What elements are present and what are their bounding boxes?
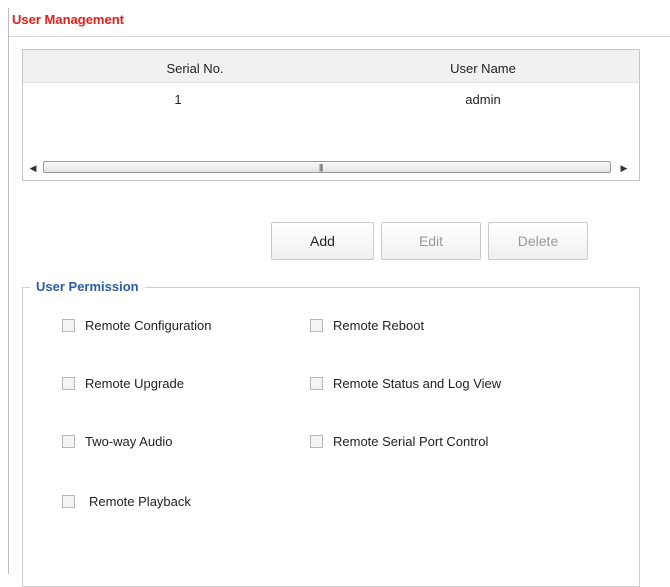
permission-checkbox[interactable] — [62, 495, 75, 508]
section-divider — [9, 36, 670, 37]
permission-checkbox[interactable] — [310, 319, 323, 332]
column-header-serial-no[interactable]: Serial No. — [95, 61, 295, 76]
permission-checkbox[interactable] — [62, 435, 75, 448]
permission-label: Remote Serial Port Control — [333, 434, 489, 449]
user-permission-legend: User Permission — [30, 279, 145, 294]
panel-left-border — [8, 8, 9, 574]
user-table: Serial No. User Name 1 admin ◀ ||| ▶ — [22, 49, 640, 181]
permission-label: Remote Playback — [89, 494, 191, 509]
permission-label: Remote Configuration — [85, 318, 212, 333]
edit-button[interactable]: Edit — [381, 222, 481, 260]
permission-checkbox[interactable] — [62, 377, 75, 390]
permission-checkbox[interactable] — [310, 435, 323, 448]
column-header-user-name[interactable]: User Name — [383, 61, 583, 76]
scrollbar-thumb[interactable]: ||| — [43, 161, 611, 173]
permission-label: Remote Upgrade — [85, 376, 184, 391]
permission-label: Remote Reboot — [333, 318, 425, 333]
permission-checkbox[interactable] — [62, 319, 75, 332]
cell-serial-no: 1 — [174, 92, 182, 107]
horizontal-scrollbar[interactable]: ◀ ||| ▶ — [24, 158, 638, 178]
scroll-left-arrow-icon[interactable]: ◀ — [27, 162, 39, 174]
section-title: User Management — [12, 12, 124, 27]
scroll-right-arrow-icon[interactable]: ▶ — [618, 162, 630, 174]
permission-label: Two-way Audio — [85, 434, 173, 449]
grip-icon: ||| — [319, 163, 323, 172]
cell-user-name: admin — [465, 92, 501, 107]
permission-checkbox[interactable] — [310, 377, 323, 390]
delete-button[interactable]: Delete — [488, 222, 588, 260]
permission-label: Remote Status and Log View — [333, 376, 502, 391]
add-button[interactable]: Add — [271, 222, 374, 260]
user-table-header: Serial No. User Name — [23, 50, 639, 83]
